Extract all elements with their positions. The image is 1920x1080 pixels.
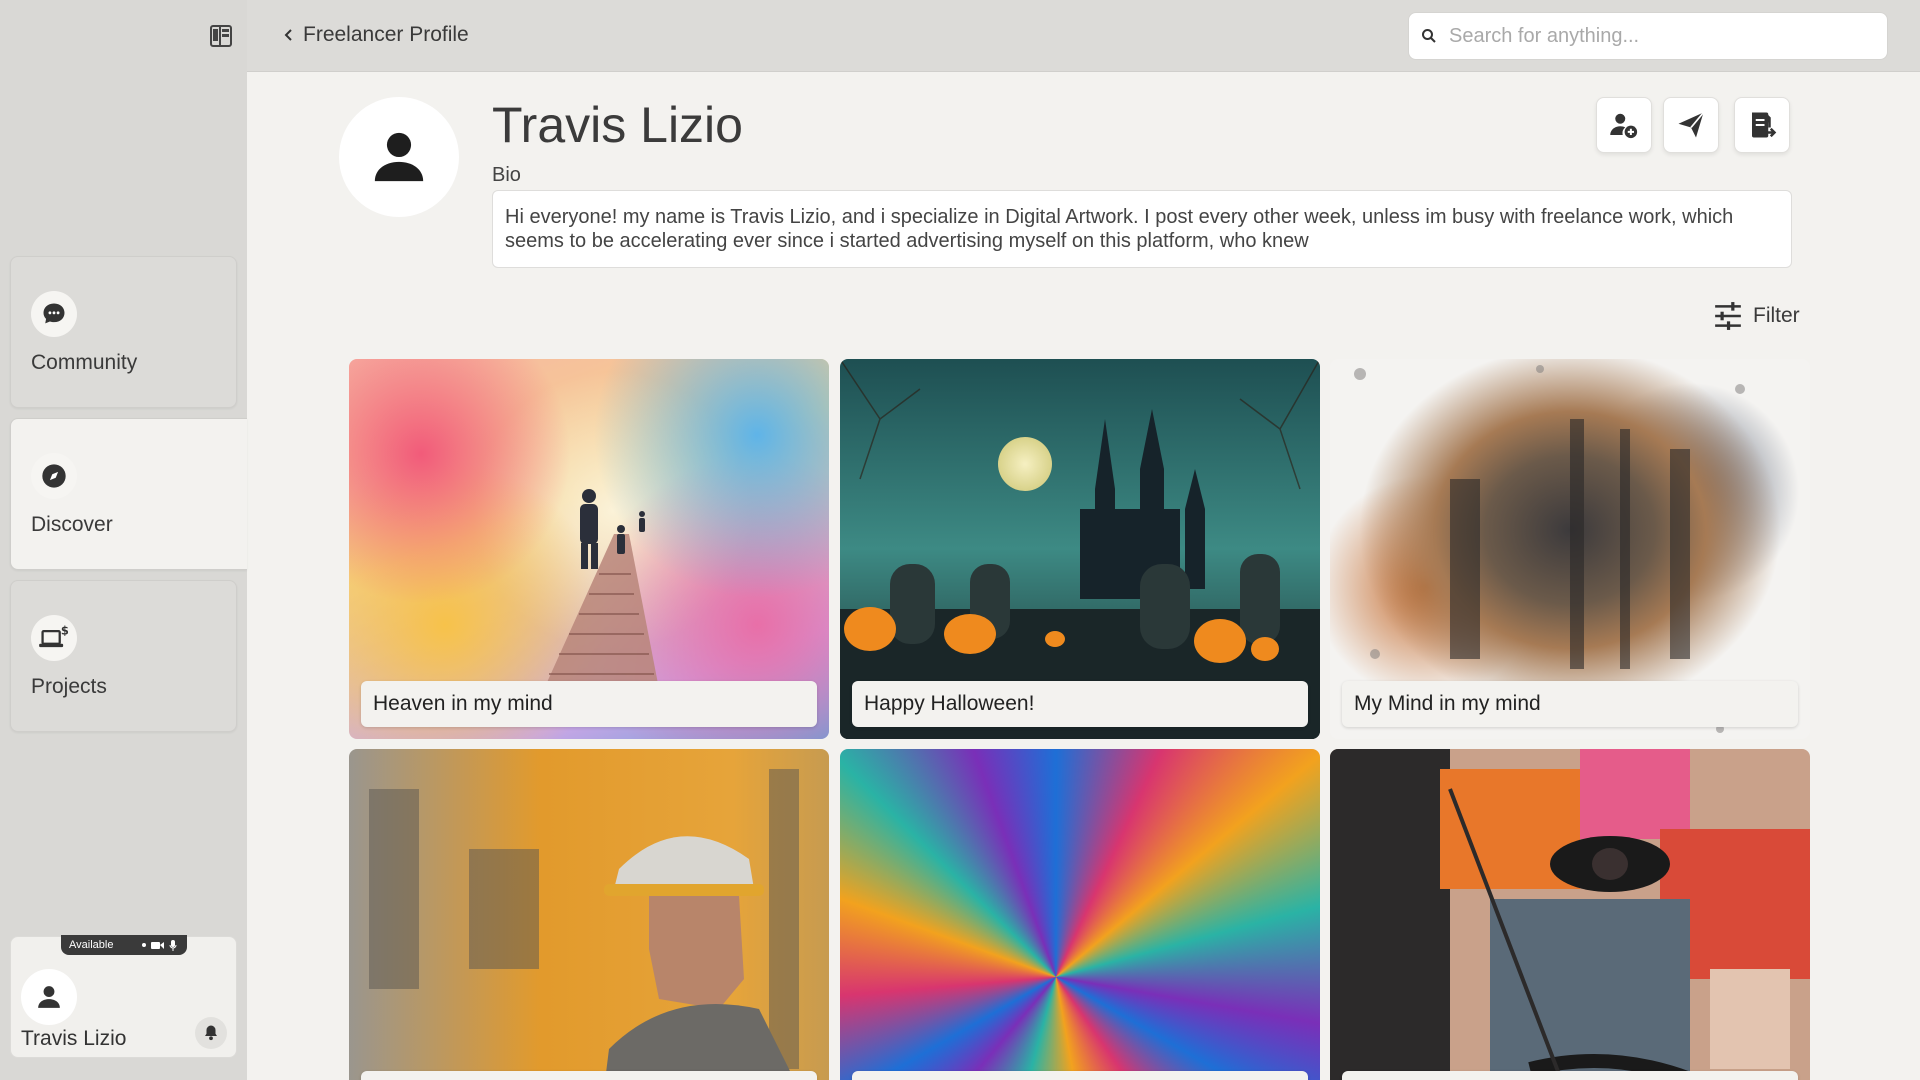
gallery-item-title: My Mind in my mind [1342, 681, 1798, 727]
breadcrumb-label: Freelancer Profile [303, 23, 469, 46]
status-badge[interactable]: Available [61, 935, 187, 955]
bio-text: Hi everyone! my name is Travis Lizio, an… [492, 190, 1792, 268]
search-bar[interactable] [1408, 12, 1888, 60]
sidebar-item-discover[interactable]: Discover [10, 418, 247, 570]
sidebar-item-community[interactable]: Community [10, 256, 237, 408]
svg-text:$: $ [61, 624, 69, 638]
gallery-item[interactable] [840, 749, 1320, 1080]
filter-label: Filter [1753, 304, 1800, 327]
gallery-item-title [852, 1071, 1308, 1080]
sidebar: Community Discover $ Projects Available … [0, 0, 247, 1080]
video-icon [151, 941, 164, 949]
send-message-button[interactable] [1663, 97, 1719, 153]
gallery-item[interactable]: Happy Halloween! [840, 359, 1320, 739]
sliders-icon [1715, 302, 1741, 330]
artwork-image [349, 749, 829, 1080]
compass-icon [31, 453, 77, 499]
document-export-icon [1752, 112, 1777, 138]
gallery-item[interactable]: Heaven in my mind [349, 359, 829, 739]
status-text: Available [69, 939, 114, 951]
search-icon [1422, 29, 1436, 43]
bio-label: Bio [492, 164, 521, 186]
gallery-item[interactable] [1330, 749, 1810, 1080]
sidebar-item-label: Discover [31, 513, 113, 536]
gallery-item-title [361, 1071, 817, 1080]
sidebar-item-label: Community [31, 351, 138, 374]
bell-icon[interactable] [195, 1017, 227, 1049]
artwork-image [840, 749, 1320, 1080]
search-input[interactable] [1449, 24, 1869, 48]
add-contact-button[interactable] [1596, 97, 1652, 153]
profile-avatar [339, 97, 459, 217]
sidebar-item-projects[interactable]: $ Projects [10, 580, 237, 732]
gallery-item-title: Heaven in my mind [361, 681, 817, 727]
top-bar: Freelancer Profile [247, 0, 1920, 72]
user-name: Travis Lizio [21, 1027, 127, 1050]
add-contact-icon [1610, 113, 1638, 139]
breadcrumb[interactable]: Freelancer Profile [283, 23, 469, 47]
gallery-item-title [1342, 1071, 1798, 1080]
avatar[interactable] [21, 969, 77, 1025]
sidebar-item-label: Projects [31, 675, 107, 698]
chat-bubble-icon [31, 291, 77, 337]
gallery-item[interactable]: My Mind in my mind [1330, 359, 1810, 739]
user-card[interactable]: Available Travis Lizio [10, 935, 237, 1058]
gallery-item[interactable] [349, 749, 829, 1080]
export-document-button[interactable] [1734, 97, 1790, 153]
sidebar-toggle-icon[interactable] [207, 22, 235, 50]
send-icon [1678, 111, 1705, 138]
laptop-dollar-icon: $ [31, 615, 77, 661]
microphone-icon [169, 939, 177, 951]
artwork-image [1330, 749, 1810, 1080]
chevron-left-icon [284, 29, 292, 41]
profile-name: Travis Lizio [492, 97, 743, 153]
filter-button[interactable]: Filter [1713, 302, 1800, 330]
dot-icon [142, 943, 146, 947]
gallery-item-title: Happy Halloween! [852, 681, 1308, 727]
